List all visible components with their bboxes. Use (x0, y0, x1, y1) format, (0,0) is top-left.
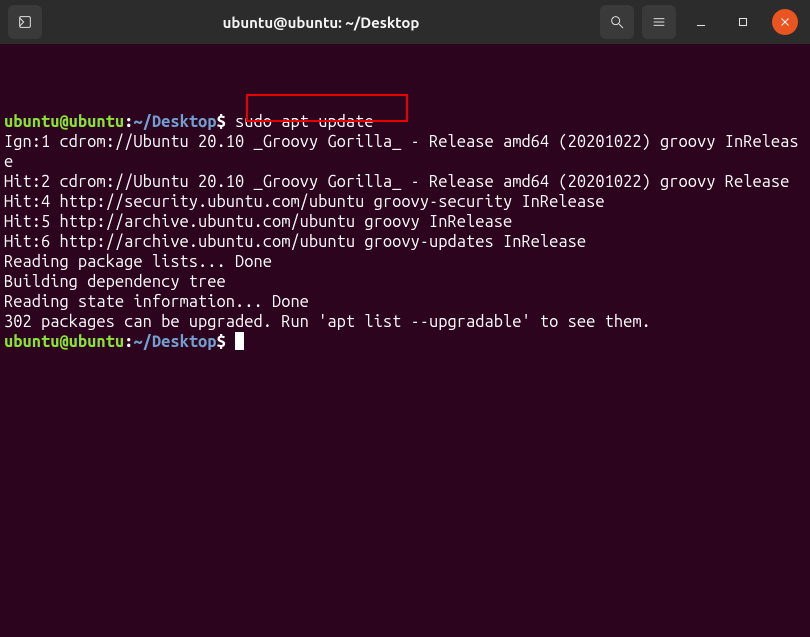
prompt-symbol: $ (217, 113, 226, 131)
prompt-path: ~/Desktop (133, 333, 216, 351)
output-line: Building dependency tree (4, 272, 806, 292)
output-line: Reading state information... Done (4, 292, 806, 312)
output-line: Hit:6 http://archive.ubuntu.com/ubuntu g… (4, 232, 806, 252)
prompt-symbol: $ (217, 333, 226, 351)
maximize-button[interactable] (726, 5, 760, 39)
output-line: 302 packages can be upgraded. Run 'apt l… (4, 312, 806, 332)
menu-button[interactable] (642, 5, 676, 39)
cursor (235, 332, 244, 350)
output-line: Hit:5 http://archive.ubuntu.com/ubuntu g… (4, 212, 806, 232)
titlebar-right (600, 5, 802, 39)
prompt-colon: : (124, 113, 133, 131)
new-tab-button[interactable] (8, 5, 42, 39)
search-button[interactable] (600, 5, 634, 39)
command-text: sudo apt update (235, 113, 374, 131)
prompt-user: ubuntu@ubuntu (4, 113, 124, 131)
minimize-button[interactable] (684, 5, 718, 39)
prompt-path: ~/Desktop (133, 113, 216, 131)
output-line: Ign:1 cdrom://Ubuntu 20.10 _Groovy Goril… (4, 132, 806, 172)
prompt-line-1: ubuntu@ubuntu:~/Desktop$ sudo apt update (4, 112, 806, 132)
close-button[interactable] (772, 9, 798, 35)
prompt-colon: : (124, 333, 133, 351)
prompt-line-2: ubuntu@ubuntu:~/Desktop$ (4, 332, 806, 352)
terminal-body[interactable]: ubuntu@ubuntu:~/Desktop$ sudo apt update… (0, 44, 810, 637)
output-line: Hit:4 http://security.ubuntu.com/ubuntu … (4, 192, 806, 212)
window-title: ubuntu@ubuntu: ~/Desktop (50, 14, 592, 31)
terminal-window: ubuntu@ubuntu: ~/Desktop ubuntu@ubuntu:~… (0, 0, 810, 637)
prompt-user: ubuntu@ubuntu (4, 333, 124, 351)
output-line: Reading package lists... Done (4, 252, 806, 272)
titlebar: ubuntu@ubuntu: ~/Desktop (0, 0, 810, 44)
output-line: Hit:2 cdrom://Ubuntu 20.10 _Groovy Goril… (4, 172, 806, 192)
